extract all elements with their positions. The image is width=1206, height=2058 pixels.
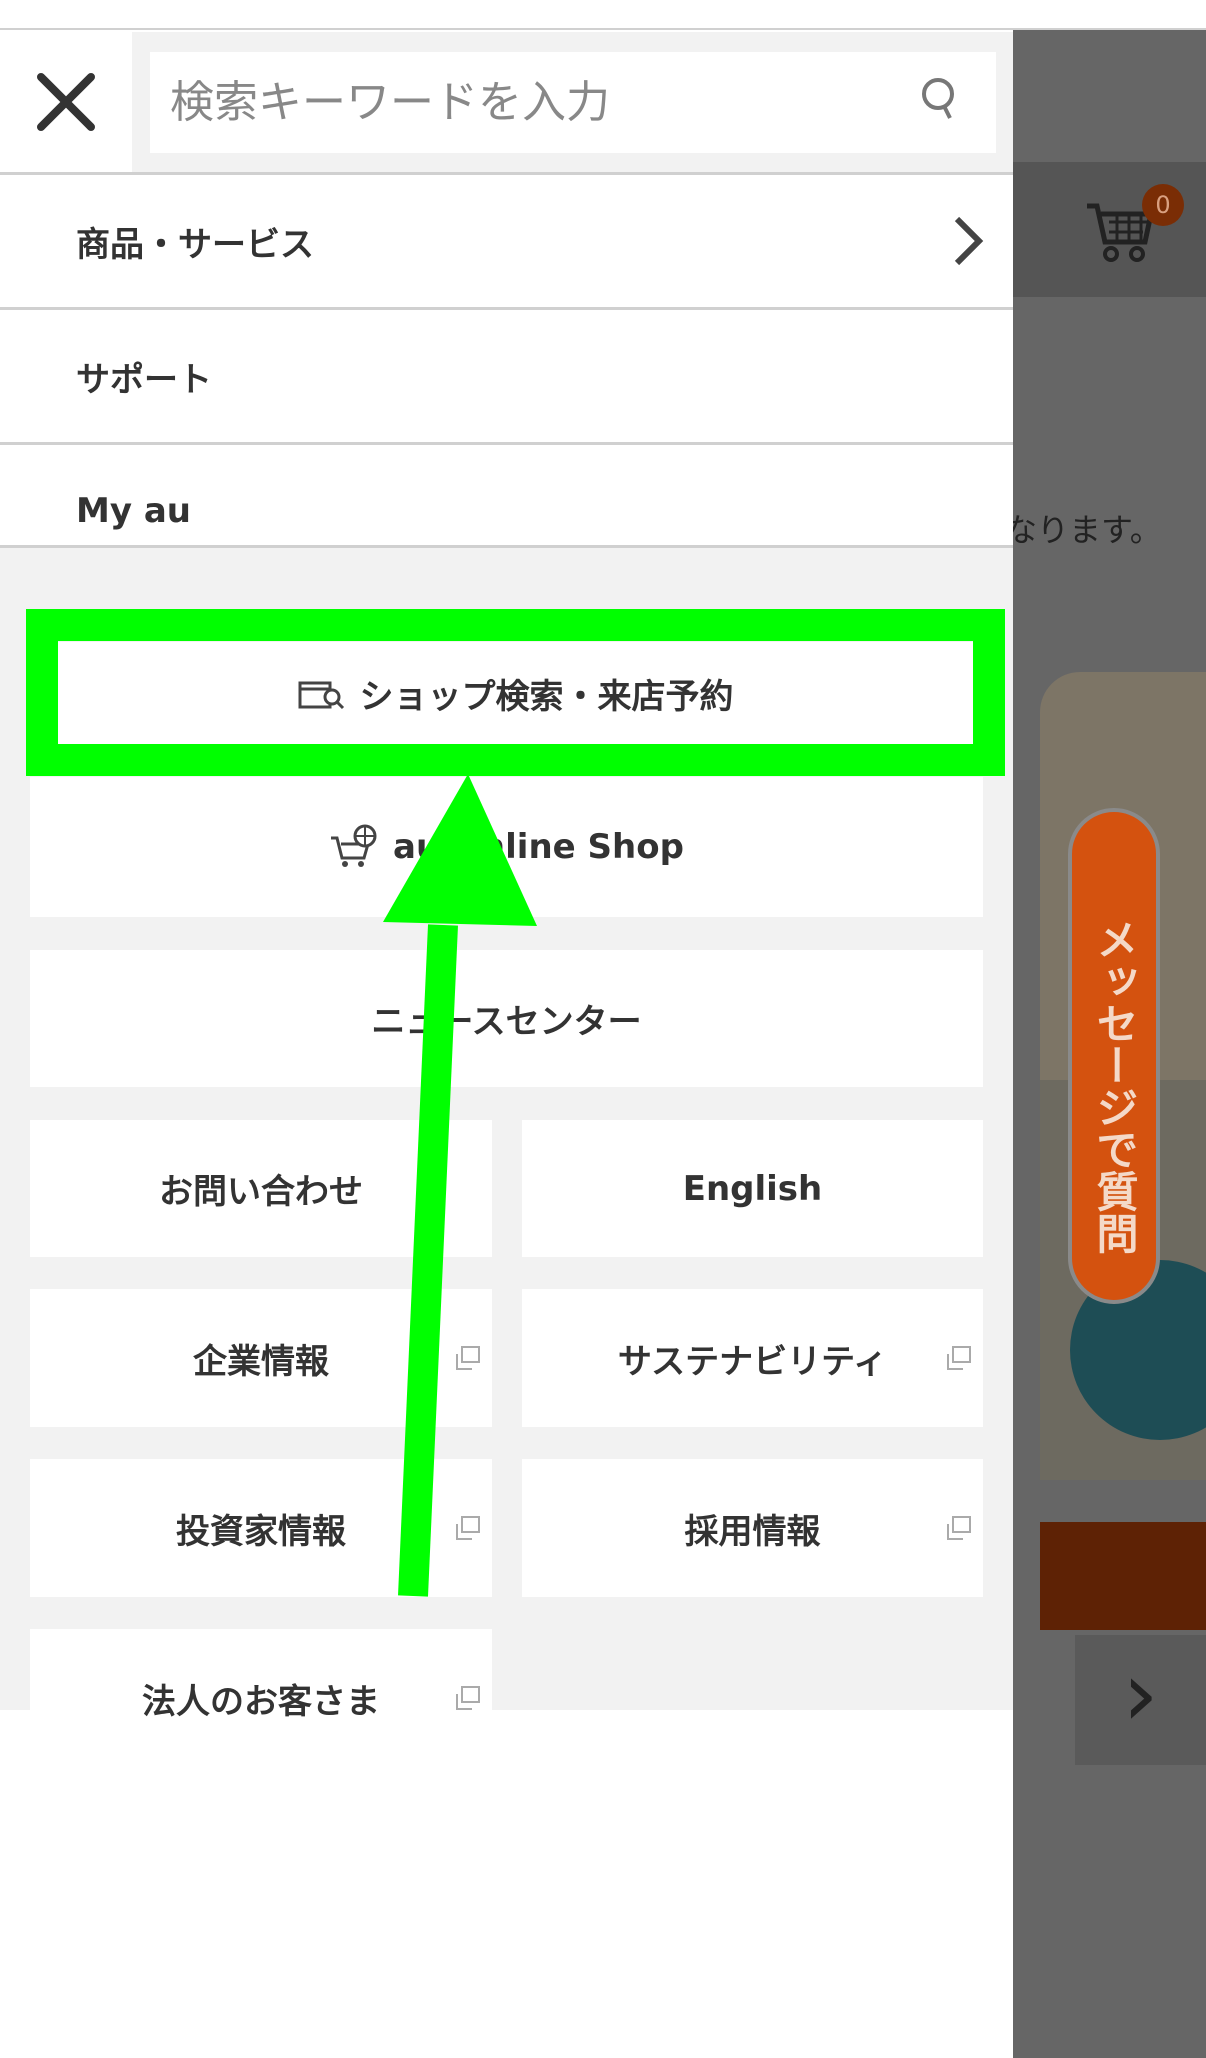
nav-item-label: My au: [76, 491, 191, 531]
external-link-icon: [947, 1346, 971, 1370]
chat-tab[interactable]: メッセージで質問: [1068, 808, 1160, 1304]
corporate-info-button[interactable]: 企業情報: [30, 1289, 492, 1427]
chevron-right-icon: [954, 216, 984, 266]
english-button[interactable]: English: [522, 1120, 983, 1257]
business-customers-button[interactable]: 法人のお客さま: [30, 1629, 492, 1767]
search-bar: [132, 32, 1013, 172]
button-label: ニュースセンター: [371, 1002, 642, 1042]
online-shop-button[interactable]: au Online Shop: [30, 777, 983, 917]
carousel-next-button[interactable]: ›: [1075, 1635, 1206, 1765]
button-label: English: [682, 1168, 823, 1209]
nav-item-label: 商品・サービス: [76, 224, 314, 265]
button-label: au Online Shop: [393, 827, 684, 867]
button-label: 採用情報: [684, 1511, 821, 1552]
contact-button[interactable]: お問い合わせ: [30, 1120, 492, 1257]
external-link-icon: [456, 1346, 480, 1370]
nav-item-support[interactable]: サポート: [0, 307, 1013, 442]
search-icon[interactable]: [920, 76, 960, 126]
recruit-info-button[interactable]: 採用情報: [522, 1459, 983, 1597]
investor-info-button[interactable]: 投資家情報: [30, 1459, 492, 1597]
cart-globe-icon: [331, 824, 377, 867]
button-label: 投資家情報: [176, 1511, 346, 1552]
cart-count-badge: 0: [1142, 184, 1184, 226]
button-label: サステナビリティ: [617, 1341, 888, 1382]
button-label: 法人のお客さま: [142, 1681, 380, 1722]
news-center-button[interactable]: ニュースセンター: [30, 950, 983, 1087]
button-label: お問い合わせ: [159, 1172, 363, 1212]
nav-item-label: サポート: [76, 359, 212, 400]
background-text: なります。: [1005, 511, 1162, 549]
sustainability-button[interactable]: サステナビリティ: [522, 1289, 983, 1427]
button-label: ショップ検索・来店予約: [359, 676, 734, 717]
nav-item-products-services[interactable]: 商品・サービス: [0, 172, 1013, 307]
close-icon: [37, 73, 95, 131]
close-button[interactable]: [0, 32, 132, 172]
background-cta-bar: [1040, 1522, 1206, 1630]
shop-search-icon: [298, 681, 344, 710]
button-label: 企業情報: [193, 1341, 329, 1382]
external-link-icon: [456, 1686, 480, 1710]
status-strip: [0, 0, 1206, 30]
shop-search-button[interactable]: ショップ検索・来店予約: [56, 642, 975, 744]
external-link-icon: [456, 1516, 480, 1540]
external-link-icon: [947, 1516, 971, 1540]
search-input[interactable]: [150, 77, 910, 128]
